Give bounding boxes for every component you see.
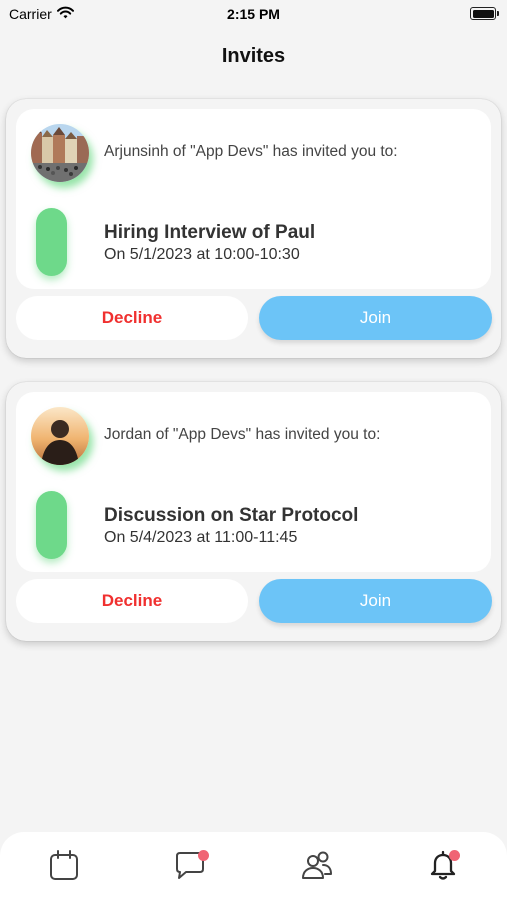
tab-calendar[interactable] <box>47 848 81 882</box>
status-indicator <box>36 491 67 559</box>
invite-message: Jordan of "App Devs" has invited you to: <box>104 426 381 443</box>
status-time: 2:15 PM <box>227 6 280 22</box>
notification-badge <box>198 850 209 861</box>
event-title: Hiring Interview of Paul <box>104 222 316 243</box>
join-button[interactable]: Join <box>259 296 492 340</box>
avatar <box>31 124 89 182</box>
decline-button[interactable]: Decline <box>16 296 248 340</box>
event-time: On 5/4/2023 at 11:00-11:45 <box>104 529 298 546</box>
invite-message: Arjunsinh of "App Devs" has invited you … <box>104 143 398 160</box>
invite-card: Arjunsinh of "App Devs" has invited you … <box>6 99 501 358</box>
status-bar: Carrier 2:15 PM <box>0 0 507 30</box>
avatar <box>31 407 89 465</box>
tab-messages[interactable] <box>173 848 209 882</box>
join-button[interactable]: Join <box>259 579 492 623</box>
tab-bar <box>0 832 507 900</box>
calendar-icon <box>50 850 78 880</box>
tab-contacts[interactable] <box>300 848 334 882</box>
event-title: Discussion on Star Protocol <box>104 505 359 526</box>
people-icon <box>302 851 332 879</box>
invite-details: Arjunsinh of "App Devs" has invited you … <box>16 109 491 289</box>
event-time: On 5/1/2023 at 10:00-10:30 <box>104 246 300 263</box>
invite-details: Jordan of "App Devs" has invited you to:… <box>16 392 491 572</box>
battery-icon <box>470 7 499 20</box>
tab-notifications[interactable] <box>426 848 460 882</box>
status-indicator <box>36 208 67 276</box>
decline-button[interactable]: Decline <box>16 579 248 623</box>
page-title: Invites <box>221 45 286 67</box>
notification-badge <box>449 850 460 861</box>
invite-card: Jordan of "App Devs" has invited you to:… <box>6 382 501 641</box>
